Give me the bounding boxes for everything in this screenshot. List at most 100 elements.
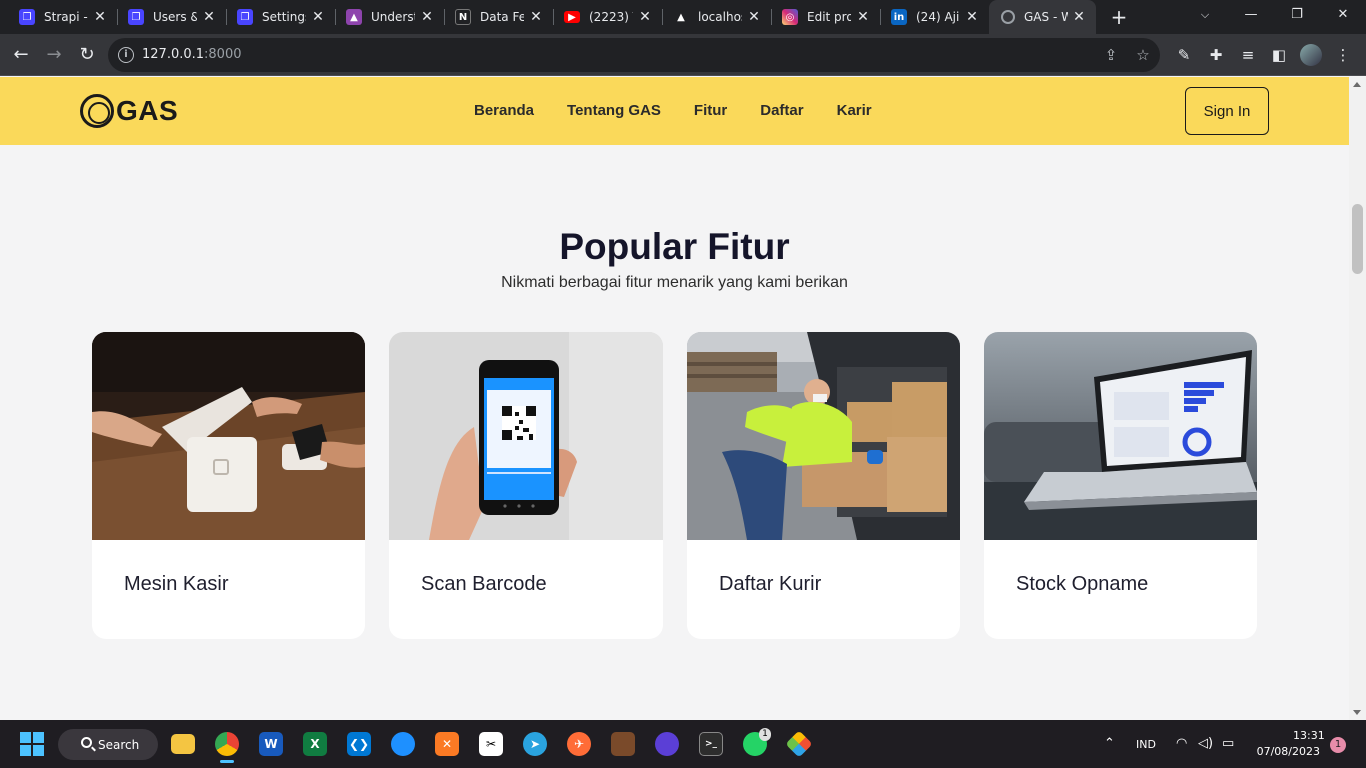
browser-tab[interactable]: ❐ Users & ✕	[109, 0, 226, 34]
extensions-icon[interactable]: ✚	[1205, 44, 1227, 66]
minimize-button[interactable]: —	[1228, 0, 1274, 30]
close-icon[interactable]: ✕	[638, 10, 652, 24]
feature-card-stock-opname[interactable]: Stock Opname	[984, 332, 1257, 639]
capcut-icon[interactable]: ✂	[479, 732, 503, 756]
site-logo[interactable]: GAS	[80, 94, 178, 128]
tray-chevron-icon[interactable]: ⌃	[1104, 736, 1115, 751]
excel-icon[interactable]: X	[303, 732, 327, 756]
close-icon[interactable]: ✕	[747, 10, 761, 24]
strapi-icon: ❐	[237, 9, 253, 25]
clock-date[interactable]: 07/08/2023	[1256, 745, 1320, 758]
volume-icon[interactable]: ◁)	[1198, 736, 1213, 751]
language-indicator[interactable]: IND	[1136, 738, 1156, 751]
phone-qr-code-image	[389, 332, 663, 540]
xampp-icon[interactable]: ✕	[435, 732, 459, 756]
clock-time[interactable]: 13:31	[1293, 729, 1325, 742]
browser-tab[interactable]: ❐ Strapi - C ✕	[0, 0, 117, 34]
nav-link-tentang-gas[interactable]: Tentang GAS	[567, 102, 661, 119]
restore-button[interactable]: ❐	[1274, 0, 1320, 30]
nav-link-beranda[interactable]: Beranda	[474, 102, 534, 119]
tab-label: Settings	[262, 10, 306, 24]
section-subtitle: Nikmati berbagai fitur menarik yang kami…	[501, 274, 848, 291]
feature-card-scan-barcode[interactable]: Scan Barcode	[389, 332, 663, 639]
tab-search-icon[interactable]: ⌵	[1182, 0, 1228, 30]
feature-card-mesin-kasir[interactable]: Mesin Kasir	[92, 332, 365, 639]
browser-tab[interactable]: ▲ localhos ✕	[654, 0, 771, 34]
search-label: Search	[98, 737, 140, 752]
card-title: Stock Opname	[1016, 573, 1149, 595]
taskbar-search[interactable]: Search	[58, 729, 158, 760]
close-icon[interactable]: ✕	[1072, 10, 1086, 24]
new-tab-button[interactable]: +	[1107, 5, 1131, 29]
browser-tab[interactable]: in (24) Aji S ✕	[872, 0, 989, 34]
close-icon[interactable]: ✕	[93, 10, 107, 24]
url-text: 127.0.0.1:8000	[142, 47, 242, 62]
side-panel-icon[interactable]: ◧	[1268, 44, 1290, 66]
scroll-up-icon[interactable]	[1353, 82, 1361, 87]
close-window-button[interactable]: ✕	[1320, 0, 1366, 30]
url-port: :8000	[204, 47, 242, 62]
tab-label: (2223) Tu	[589, 10, 633, 24]
nav-link-fitur[interactable]: Fitur	[694, 102, 727, 119]
close-icon[interactable]: ✕	[965, 10, 979, 24]
terminal-icon[interactable]: >_	[699, 732, 723, 756]
media-control-icon[interactable]: ≡	[1237, 44, 1259, 66]
feature-card-daftar-kurir[interactable]: Daftar Kurir	[687, 332, 960, 639]
section-title: Popular Fitur	[559, 226, 790, 267]
nav-link-daftar[interactable]: Daftar	[760, 102, 803, 119]
windows-start-icon[interactable]	[20, 732, 44, 756]
edge-icon[interactable]	[391, 732, 415, 756]
scrollbar-thumb[interactable]	[1352, 204, 1363, 274]
back-icon[interactable]: ←	[8, 42, 34, 68]
obs-like-icon[interactable]	[655, 732, 679, 756]
tab-label: Strapi - C	[44, 10, 88, 24]
browser-tab[interactable]: N Data Fet ✕	[436, 0, 553, 34]
browser-tab[interactable]: ▲ Underst ✕	[327, 0, 444, 34]
sign-in-button[interactable]: Sign In	[1185, 87, 1269, 135]
card-title: Daftar Kurir	[719, 573, 822, 595]
tab-label: Edit prof	[807, 10, 851, 24]
browser-tab-active[interactable]: GAS - W ✕	[989, 0, 1096, 34]
close-icon[interactable]: ✕	[529, 10, 543, 24]
search-icon	[81, 737, 92, 748]
site-info-icon[interactable]: i	[118, 47, 134, 63]
scroll-down-icon[interactable]	[1353, 710, 1361, 715]
browser-tab[interactable]: ▶ (2223) Tu ✕	[545, 0, 662, 34]
tab-label: Underst	[371, 10, 415, 24]
file-explorer-icon[interactable]	[171, 734, 195, 754]
wifi-icon[interactable]: ◠	[1176, 736, 1187, 751]
globe-icon	[1001, 10, 1015, 24]
browser-tab[interactable]: ◎ Edit prof ✕	[763, 0, 880, 34]
chrome-icon[interactable]	[215, 732, 239, 756]
address-bar[interactable]: i 127.0.0.1:8000 ⇪ ☆	[108, 38, 1160, 72]
telegram-icon[interactable]: ➤	[523, 732, 547, 756]
eyedropper-icon[interactable]: ✎	[1173, 44, 1195, 66]
notification-badge[interactable]: 1	[1330, 737, 1346, 753]
close-icon[interactable]: ✕	[420, 10, 434, 24]
page-scrollbar[interactable]	[1349, 77, 1366, 720]
game-app-icon[interactable]	[611, 732, 635, 756]
menu-kebab-icon[interactable]: ⋮	[1332, 44, 1354, 66]
close-icon[interactable]: ✕	[856, 10, 870, 24]
nav-link-karir[interactable]: Karir	[837, 102, 872, 119]
bookmark-star-icon[interactable]: ☆	[1134, 46, 1152, 64]
browser-tab[interactable]: ❐ Settings ✕	[218, 0, 335, 34]
browser-tab-strip: ❐ Strapi - C ✕ ❐ Users & ✕ ❐ Settings ✕ …	[0, 0, 1366, 34]
profile-avatar[interactable]	[1300, 44, 1322, 66]
page-viewport: GAS Beranda Tentang GAS Fitur Daftar Kar…	[0, 77, 1349, 720]
forward-icon[interactable]: →	[41, 42, 67, 68]
laptop-dashboard-image	[984, 332, 1257, 540]
postman-icon[interactable]: ✈	[567, 732, 591, 756]
card-title: Scan Barcode	[421, 573, 547, 595]
card-title: Mesin Kasir	[124, 573, 229, 595]
vscode-icon[interactable]: ❮❯	[347, 732, 371, 756]
close-icon[interactable]: ✕	[202, 10, 216, 24]
close-icon[interactable]: ✕	[311, 10, 325, 24]
share-icon[interactable]: ⇪	[1102, 46, 1120, 64]
battery-icon[interactable]: ▭	[1222, 736, 1234, 751]
courier-loading-boxes-image	[687, 332, 960, 540]
windows-taskbar	[0, 720, 1366, 768]
reload-icon[interactable]: ↻	[74, 42, 100, 68]
main-nav: Beranda Tentang GAS Fitur Daftar Karir	[474, 102, 872, 119]
word-icon[interactable]: W	[259, 732, 283, 756]
